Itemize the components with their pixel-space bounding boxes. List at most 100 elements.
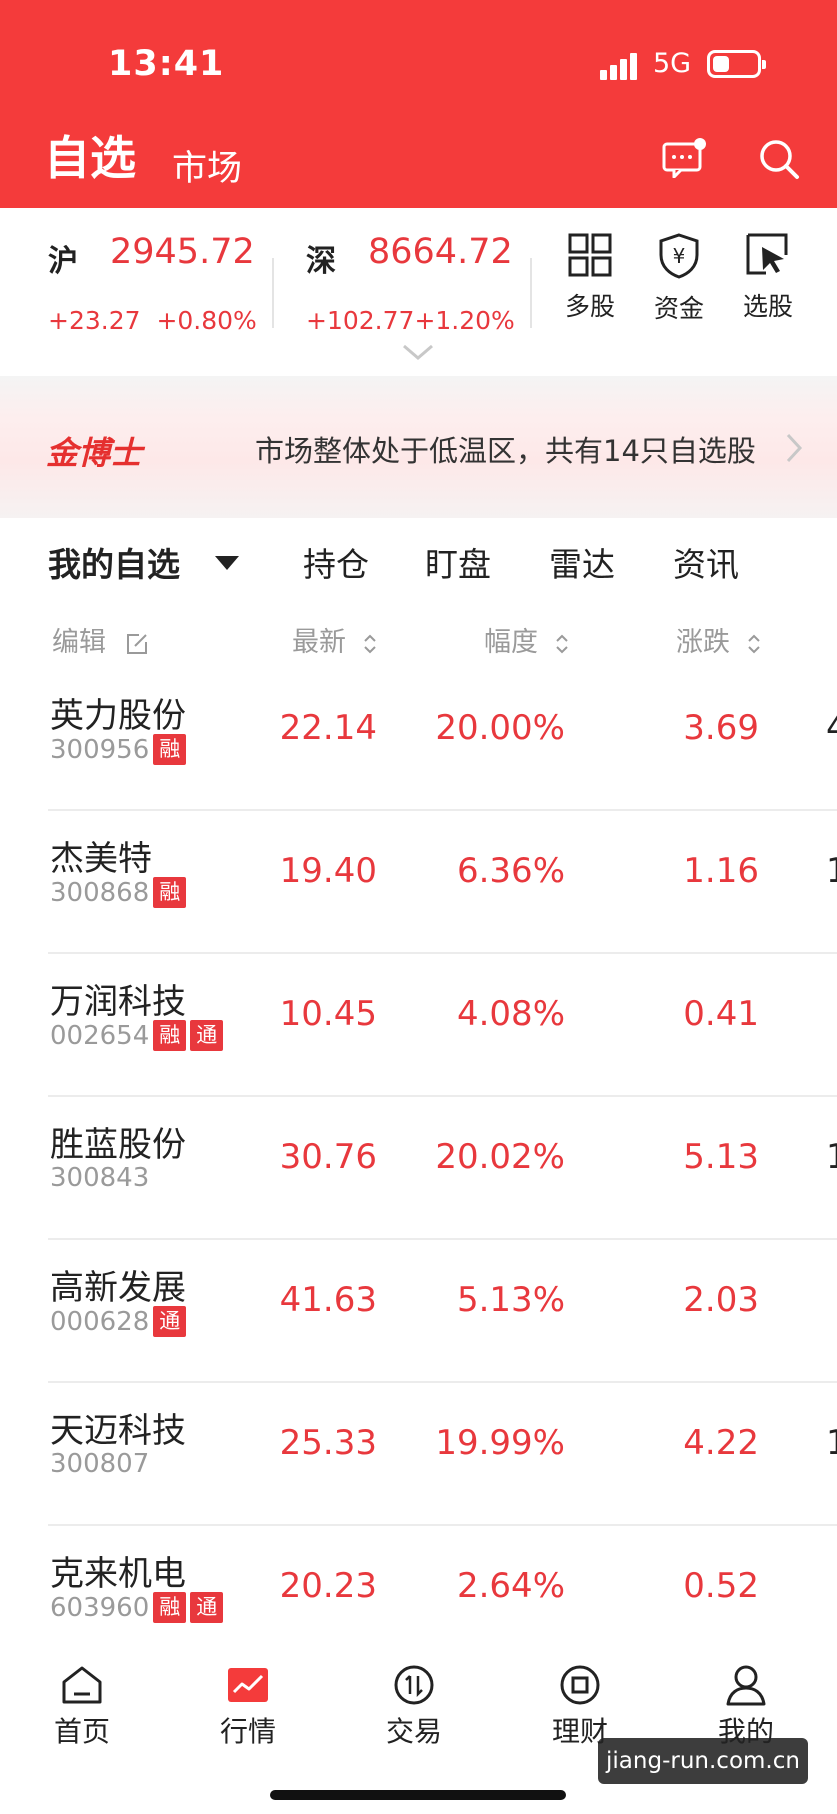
stock-change: 3.69 — [683, 708, 759, 748]
stock-price: 30.76 — [279, 1137, 377, 1177]
stock-code-line: 603960 融通 — [50, 1592, 224, 1623]
stock-name: 英力股份 — [50, 696, 186, 736]
stock-change: 2.03 — [683, 1280, 759, 1320]
message-icon[interactable] — [662, 138, 706, 178]
stock-row[interactable]: 胜蓝股份 300843 30.76 20.02% 5.13 1 — [0, 1097, 837, 1240]
tab-market[interactable]: 市场 — [172, 140, 242, 191]
index-value: 2945.72 — [110, 232, 255, 272]
stock-overflow-value: 4 — [826, 708, 837, 748]
stock-code-line: 300807 — [50, 1449, 149, 1479]
stock-row[interactable]: 英力股份 300956 融 22.14 20.00% 3.69 4 — [0, 668, 837, 811]
stock-pct: 5.13% — [456, 1280, 565, 1320]
nav-market[interactable]: 行情 — [193, 1664, 303, 1750]
quick-action-multi-stock[interactable]: 多股 — [550, 233, 630, 323]
quick-action-stock-picker[interactable]: 选股 — [728, 233, 808, 323]
search-icon[interactable] — [758, 138, 800, 180]
stock-code: 000628 — [50, 1306, 150, 1337]
stock-overflow-value: 1 — [826, 1137, 837, 1177]
stock-tag: 通 — [153, 1306, 187, 1337]
header-title-row: 自选 市场 — [0, 118, 837, 191]
stock-tag: 融 — [153, 734, 187, 765]
stock-code: 300956 — [50, 734, 150, 765]
tab-radar[interactable]: 雷达 — [549, 538, 615, 586]
chevron-right-icon[interactable] — [784, 432, 804, 464]
stock-pct: 4.08% — [456, 994, 565, 1034]
column-headers: 编辑 最新 幅度 涨跌 — [0, 608, 837, 668]
tab-my-watchlist[interactable]: 我的自选 — [48, 538, 180, 586]
nav-home[interactable]: 首页 — [27, 1664, 137, 1750]
svg-text:¥: ¥ — [673, 244, 686, 268]
app-header: 13:41 5G 自选 市场 — [0, 0, 837, 208]
stock-name: 克来机电 — [50, 1554, 186, 1594]
divider — [272, 258, 274, 328]
index-value: 8664.72 — [368, 232, 513, 272]
latest-column-header[interactable]: 最新 — [292, 620, 377, 659]
stock-pct: 6.36% — [456, 851, 565, 891]
bottom-nav: 首页 行情 交易 理财 我的 — [0, 1636, 837, 1814]
sort-icon — [363, 634, 376, 653]
range-column-header[interactable]: 幅度 — [484, 620, 569, 659]
stock-row[interactable]: 杰美特 300868 融 19.40 6.36% 1.16 1 — [0, 811, 837, 954]
sort-icon — [747, 634, 760, 653]
chevron-down-icon[interactable] — [400, 340, 436, 364]
index-change: +23.27 +0.80% — [48, 306, 257, 335]
stock-price: 41.63 — [279, 1280, 377, 1320]
stock-row[interactable]: 万润科技 002654 融通 10.45 4.08% 0.41 — [0, 954, 837, 1097]
stock-change: 0.41 — [683, 994, 759, 1034]
banner-text: 市场整体处于低温区，共有14只自选股 — [255, 434, 756, 468]
stock-tag: 融 — [153, 1592, 187, 1623]
quick-action-funds[interactable]: ¥ 资金 — [639, 233, 719, 325]
tab-monitor[interactable]: 盯盘 — [425, 538, 491, 586]
tab-holdings[interactable]: 持仓 — [303, 538, 369, 586]
insight-banner[interactable]: 金博士 市场整体处于低温区，共有14只自选股 — [0, 376, 837, 518]
stock-change: 5.13 — [683, 1137, 759, 1177]
stock-pct: 19.99% — [435, 1423, 565, 1463]
shield-yen-icon: ¥ — [659, 233, 699, 279]
stock-tag: 融 — [153, 1020, 187, 1051]
edit-icon — [126, 633, 147, 654]
stock-code: 603960 — [50, 1592, 150, 1623]
stock-code: 300843 — [50, 1163, 150, 1193]
watermark: jiang-run.com.cn — [598, 1738, 808, 1784]
index-change: +102.77+1.20% — [306, 306, 515, 335]
change-column-header[interactable]: 涨跌 — [676, 620, 761, 659]
stock-price: 20.23 — [279, 1566, 377, 1606]
home-icon — [62, 1666, 102, 1704]
divider — [530, 258, 532, 328]
watchlist-tabs: 我的自选 持仓 盯盘 雷达 资讯 — [0, 518, 837, 608]
stock-code-line: 300956 融 — [50, 734, 187, 765]
stock-code: 300807 — [50, 1449, 150, 1479]
stock-code: 002654 — [50, 1020, 150, 1051]
stock-row[interactable]: 天迈科技 300807 25.33 19.99% 4.22 1 — [0, 1383, 837, 1526]
edit-column[interactable]: 编辑 — [52, 620, 149, 659]
stock-price: 22.14 — [279, 708, 377, 748]
stock-list: 英力股份 300956 融 22.14 20.00% 3.69 4 杰美特 300868 融 19.… — [0, 668, 837, 1669]
battery-icon — [707, 50, 766, 78]
index-name: 深 — [306, 244, 336, 279]
index-name: 沪 — [48, 244, 78, 279]
grid-icon — [568, 233, 612, 277]
stock-price: 25.33 — [279, 1423, 377, 1463]
cursor-select-icon — [746, 233, 788, 275]
index-summary: 沪 2945.72 +23.27 +0.80% 深 8664.72 +102.7… — [0, 208, 837, 376]
nav-trade[interactable]: 交易 — [359, 1664, 469, 1750]
stock-pct: 2.64% — [456, 1566, 565, 1606]
status-time: 13:41 — [108, 44, 225, 84]
stock-change: 4.22 — [683, 1423, 759, 1463]
stock-name: 胜蓝股份 — [50, 1125, 186, 1165]
stock-row[interactable]: 高新发展 000628 通 41.63 5.13% 2.03 — [0, 1240, 837, 1383]
tab-watchlist[interactable]: 自选 — [44, 122, 136, 188]
tab-news[interactable]: 资讯 — [673, 538, 739, 586]
stock-price: 19.40 — [279, 851, 377, 891]
stock-code: 300868 — [50, 877, 150, 908]
stock-change: 0.52 — [683, 1566, 759, 1606]
network-type: 5G — [653, 48, 692, 79]
stock-tag: 融 — [153, 877, 187, 908]
wealth-icon — [560, 1665, 600, 1705]
stock-tag: 通 — [190, 1020, 224, 1051]
caret-down-icon[interactable] — [214, 554, 240, 572]
profile-icon — [726, 1665, 766, 1706]
stock-pct: 20.00% — [435, 708, 565, 748]
stock-name: 杰美特 — [50, 839, 152, 879]
status-bar: 13:41 5G — [0, 38, 837, 88]
